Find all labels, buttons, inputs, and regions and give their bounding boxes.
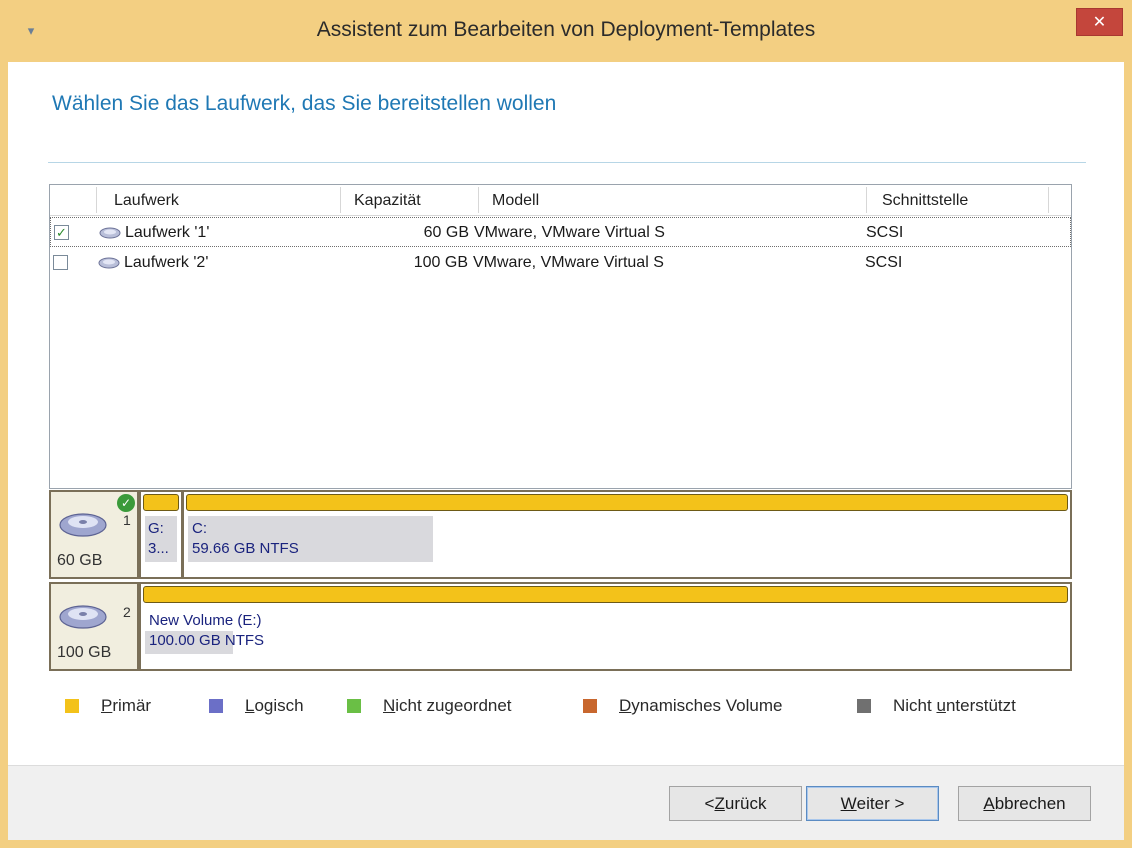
partition[interactable]: C: 59.66 GB NTFS [181,492,1070,577]
partition-label: G: 3... [145,516,177,562]
drive-list[interactable]: Laufwerk Kapazität Modell Schnittstelle … [49,184,1072,489]
disk-info[interactable]: ✓ 1 60 GB [51,492,139,577]
wizard-page: Wählen Sie das Laufwerk, das Sie bereits… [8,62,1124,765]
partition-name: G: [148,520,164,537]
legend-label: Logisch [245,696,304,715]
column-header-model[interactable]: Modell [492,185,539,215]
legend-label: Dynamisches Volume [619,696,783,715]
partition-details: 3... [148,540,169,557]
drive-capacity: 60 GB [423,224,469,241]
legend-item-unallocated: Nicht zugeordnet [347,696,512,716]
button-bar: < Zurück Weiter > Abbrechen [8,765,1124,840]
hard-drive-icon [99,227,121,239]
next-button[interactable]: Weiter > [806,786,939,821]
column-separator[interactable] [478,187,479,213]
legend-label: Nicht unterstützt [893,696,1016,715]
drive-model: VMware, VMware Virtual S [473,254,664,271]
disk-row[interactable]: 2 100 GB New Volume (E:) 100.00 GB NTFS [49,582,1072,671]
partition-details: 100.00 GB NTFS [149,632,265,649]
partition[interactable]: New Volume (E:) 100.00 GB NTFS [139,584,1070,669]
partition-label: New Volume (E:) 100.00 GB NTFS [145,608,265,654]
disk-size: 100 GB [57,644,112,661]
title-bar: ▾ Assistent zum Bearbeiten von Deploymen… [0,0,1132,62]
close-button[interactable]: ✕ [1076,8,1123,36]
legend-swatch [347,699,361,713]
column-separator[interactable] [340,187,341,213]
partition-bar [143,494,179,511]
disk-number: 2 [123,604,131,620]
legend-label: Primär [101,696,152,715]
drive-row[interactable]: Laufwerk '2' 100 GB VMware, VMware Virtu… [50,248,1071,278]
cancel-button[interactable]: Abbrechen [958,786,1091,821]
drive-name: Laufwerk '2' [124,254,209,271]
hard-drive-icon [59,513,107,537]
hard-drive-icon [98,257,120,269]
partition-name: New Volume (E:) [145,608,262,631]
close-icon: ✕ [1092,14,1107,31]
legend-item-primary: Primär [65,696,151,716]
legend-label: Nicht zugeordnet [383,696,512,715]
partition-bar [143,586,1068,603]
column-separator[interactable] [866,187,867,213]
column-header-interface[interactable]: Schnittstelle [882,185,968,215]
drive-interface: SCSI [866,224,904,241]
drive-capacity: 100 GB [413,254,468,271]
drive-checkbox[interactable] [53,255,68,270]
legend-item-dynamic-volume: Dynamisches Volume [583,696,782,716]
column-header-drive[interactable]: Laufwerk [114,185,179,215]
window-title: Assistent zum Bearbeiten von Deployment-… [316,18,816,41]
disk-number: 1 [123,512,131,528]
partition-details: 59.66 GB NTFS [192,540,299,557]
partition-name: C: [192,520,207,537]
column-header-capacity[interactable]: Kapazität [354,185,421,215]
heading-divider [48,162,1086,163]
disk-row[interactable]: ✓ 1 60 GB G: 3... C: 59.66 GB NTFS [49,490,1072,579]
drive-name: Laufwerk '1' [125,224,210,241]
disk-map: ✓ 1 60 GB G: 3... C: 59.66 GB NTFS 2 100… [49,490,1072,673]
partition-legend: Primär Logisch Nicht zugeordnet Dynamisc… [65,696,1065,716]
hard-drive-icon [59,605,107,629]
legend-swatch [857,699,871,713]
drive-checkbox[interactable]: ✓ [54,225,69,240]
column-separator[interactable] [1048,187,1049,213]
partition-label: C: 59.66 GB NTFS [188,516,433,562]
drive-model: VMware, VMware Virtual S [474,224,665,241]
drive-interface: SCSI [865,254,903,271]
column-separator[interactable] [96,187,97,213]
back-button[interactable]: < Zurück [669,786,802,821]
check-badge-icon: ✓ [117,494,135,512]
legend-swatch [583,699,597,713]
disk-size: 60 GB [57,552,103,569]
drive-list-header: Laufwerk Kapazität Modell Schnittstelle [50,185,1071,216]
partition-bar [186,494,1068,511]
page-title: Wählen Sie das Laufwerk, das Sie bereits… [52,92,557,115]
legend-swatch [209,699,223,713]
drive-row[interactable]: ✓ Laufwerk '1' 60 GB VMware, VMware Virt… [50,217,1071,247]
wizard-window: ▾ Assistent zum Bearbeiten von Deploymen… [0,0,1132,848]
legend-swatch [65,699,79,713]
legend-item-unsupported: Nicht unterstützt [857,696,1016,716]
legend-item-logical: Logisch [209,696,304,716]
disk-info[interactable]: 2 100 GB [51,584,139,669]
partition[interactable]: G: 3... [139,492,181,577]
